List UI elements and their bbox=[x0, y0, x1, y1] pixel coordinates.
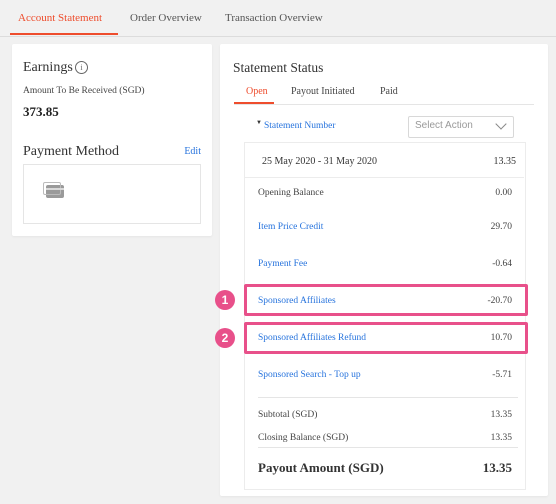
select-action-dropdown[interactable]: Select Action bbox=[408, 116, 514, 138]
closing-balance-value: 13.35 bbox=[490, 433, 512, 443]
payment-method-edit-link[interactable]: Edit bbox=[184, 146, 201, 157]
earnings-title: Earnings bbox=[23, 60, 73, 75]
tab-payout-initiated[interactable]: Payout Initiated bbox=[291, 86, 355, 97]
sponsored-search-top-up-link[interactable]: Sponsored Search - Top up bbox=[258, 370, 361, 380]
highlight-box-sponsored-affiliates bbox=[244, 284, 528, 316]
item-price-credit-value: 29.70 bbox=[490, 222, 512, 232]
subtotal-value: 13.35 bbox=[490, 410, 512, 420]
top-tab-bar: Account Statement Order Overview Transac… bbox=[0, 0, 556, 37]
payment-fee-link[interactable]: Payment Fee bbox=[258, 259, 307, 269]
opening-balance-label: Opening Balance bbox=[258, 188, 324, 198]
annotation-badge: 2 bbox=[215, 328, 235, 348]
payment-fee-value: -0.64 bbox=[492, 259, 512, 269]
closing-balance-label: Closing Balance (SGD) bbox=[258, 433, 349, 443]
tab-paid[interactable]: Paid bbox=[380, 86, 398, 97]
statement-period-amount: 13.35 bbox=[493, 156, 517, 167]
chevron-down-icon bbox=[495, 118, 507, 130]
sponsored-search-top-up-value: -5.71 bbox=[492, 370, 512, 380]
tab-account-statement[interactable]: Account Statement bbox=[18, 12, 102, 24]
earnings-card: Earnings i Amount To Be Received (SGD) 3… bbox=[12, 44, 212, 236]
amount-to-be-received-label: Amount To Be Received (SGD) bbox=[23, 86, 145, 96]
amount-to-be-received-value: 373.85 bbox=[23, 104, 59, 119]
statement-period: 25 May 2020 - 31 May 2020 bbox=[262, 156, 377, 167]
credit-card-icon bbox=[43, 182, 64, 198]
payout-amount-value: 13.35 bbox=[482, 460, 512, 475]
info-icon[interactable]: i bbox=[75, 61, 88, 74]
payment-method-title: Payment Method bbox=[23, 144, 120, 159]
divider bbox=[258, 397, 518, 398]
subtotal-label: Subtotal (SGD) bbox=[258, 410, 318, 420]
caret-down-icon: ▼ bbox=[256, 120, 262, 126]
select-action-placeholder: Select Action bbox=[415, 120, 473, 131]
payment-method-box bbox=[23, 164, 201, 224]
statement-status-card: Statement Status Open Payout Initiated P… bbox=[220, 44, 548, 496]
divider bbox=[258, 447, 518, 448]
statement-status-title: Statement Status bbox=[233, 60, 324, 75]
payout-amount-label: Payout Amount (SGD) bbox=[258, 460, 384, 475]
divider bbox=[245, 177, 524, 178]
active-tab-indicator bbox=[10, 33, 118, 35]
tab-transaction-overview[interactable]: Transaction Overview bbox=[225, 12, 323, 24]
sub-tab-divider bbox=[234, 104, 534, 105]
annotation-badge: 1 bbox=[215, 290, 235, 310]
tab-order-overview[interactable]: Order Overview bbox=[130, 12, 202, 24]
statement-number-label[interactable]: Statement Number bbox=[264, 121, 336, 131]
item-price-credit-link[interactable]: Item Price Credit bbox=[258, 222, 323, 232]
opening-balance-value: 0.00 bbox=[495, 188, 512, 198]
highlight-box-sponsored-affiliates-refund bbox=[244, 322, 528, 354]
tab-open[interactable]: Open bbox=[246, 86, 268, 97]
